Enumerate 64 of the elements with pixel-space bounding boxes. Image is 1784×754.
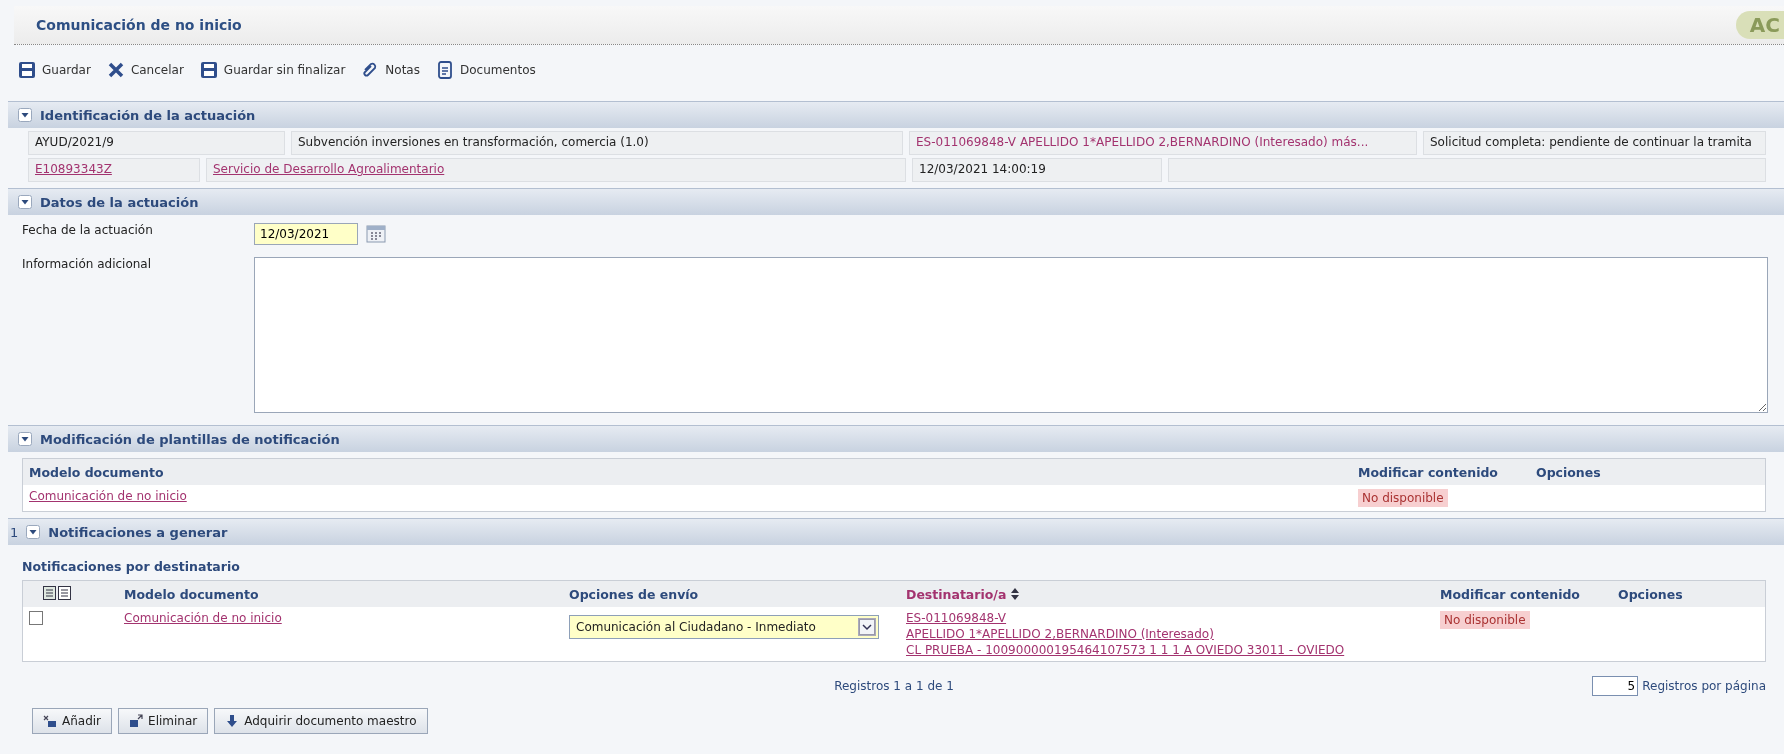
- column-header: Opciones: [1617, 586, 1684, 602]
- field-label: Fecha de la actuación: [22, 223, 154, 237]
- down-arrow-icon: [225, 714, 240, 728]
- dropdown[interactable]: Comunicación al Ciudadano - Inmediato: [569, 615, 879, 639]
- action-button[interactable]: Adquirir documento maestro: [214, 708, 428, 734]
- pagination-info: Registros 1 a 1 de 1: [834, 679, 954, 693]
- document-link[interactable]: Comunicación de no inicio: [29, 489, 187, 503]
- save-icon: [18, 61, 36, 79]
- remove-icon: [129, 714, 144, 728]
- status-badge: No disponible: [1358, 489, 1448, 507]
- save-icon: [199, 61, 218, 79]
- toolbar-button[interactable]: Notas: [361, 61, 420, 79]
- section-header[interactable]: Identificación de la actuación: [8, 101, 1784, 128]
- document-icon: [435, 61, 454, 79]
- collapse-icon[interactable]: [18, 432, 32, 446]
- action-button[interactable]: Eliminar: [118, 708, 209, 734]
- document-link[interactable]: Comunicación de no inicio: [124, 611, 282, 625]
- toolbar-button[interactable]: Documentos: [435, 61, 536, 79]
- section-title: Datos de la actuación: [40, 194, 199, 210]
- field-label: Información adicional: [22, 257, 153, 271]
- recipient-link[interactable]: APELLIDO 1*APELLIDO 2,BERNARDINO (Interesado): [906, 627, 1434, 641]
- caret-icon[interactable]: [858, 618, 876, 636]
- recipient-link[interactable]: CL PRUEBA - 100900000195464107573 1 1 1 A OVIEDO 33011 - OVIEDO: [906, 643, 1434, 657]
- toolbar-button[interactable]: Guardar sin finalizar: [199, 61, 346, 79]
- page-title: Comunicación de no inicio: [36, 17, 242, 33]
- calendar-icon[interactable]: [366, 225, 386, 243]
- collapse-icon[interactable]: [18, 195, 32, 209]
- action-button[interactable]: Añadir: [32, 708, 113, 734]
- column-header: Modificar contenido: [1357, 464, 1499, 480]
- column-header: Modificar contenido: [1439, 586, 1581, 602]
- sort-icon[interactable]: [1010, 588, 1021, 600]
- collapse-icon[interactable]: [26, 525, 41, 539]
- column-header: Modelo documento: [28, 464, 165, 480]
- table-cell: 12/03/2021 14:00:19: [912, 158, 1162, 182]
- close-icon: [106, 61, 125, 79]
- section-title: Modificación de plantillas de notificación: [40, 431, 340, 447]
- section-title: Notificaciones a generar: [48, 524, 228, 540]
- table-cell: ES-011069848-V APELLIDO 1*APELLIDO 2,BERNARDINO (Interesado) más...: [909, 131, 1417, 155]
- section-header[interactable]: Modificación de plantillas de notificación: [8, 425, 1784, 452]
- toolbar-button[interactable]: Guardar: [18, 61, 91, 79]
- select-all-icon[interactable]: [43, 584, 73, 601]
- table-cell: Subvención inversiones en transformación, comercia (1.0): [291, 131, 903, 155]
- column-header: Opciones: [1535, 464, 1602, 480]
- column-header[interactable]: Destinatario/a: [900, 586, 1434, 602]
- section-title: Identificación de la actuación: [40, 107, 256, 123]
- column-header: Modelo documento: [123, 586, 260, 602]
- link-cell[interactable]: Servicio de Desarrollo Agroalimentario: [206, 158, 906, 182]
- table-cell: AYUD/2021/9: [28, 131, 285, 155]
- date-field[interactable]: 12/03/2021: [254, 223, 358, 245]
- subsection-title: Notificaciones por destinatario: [22, 559, 241, 574]
- status-badge: No disponible: [1440, 611, 1530, 629]
- link-cell[interactable]: E10893343Z: [28, 158, 200, 182]
- section-count: 1: [10, 524, 19, 540]
- add-icon: [43, 714, 57, 728]
- section-header[interactable]: Datos de la actuación: [8, 188, 1784, 215]
- toolbar-button[interactable]: Cancelar: [106, 61, 184, 79]
- row-checkbox[interactable]: [29, 611, 43, 625]
- page-size-label: Registros por página: [1642, 679, 1766, 693]
- section-header[interactable]: 1 Notificaciones a generar: [8, 518, 1784, 545]
- collapse-icon[interactable]: [18, 108, 32, 122]
- column-header: Opciones de envío: [568, 586, 700, 602]
- table-cell: Solicitud completa: pendiente de continuar la tramita: [1423, 131, 1766, 155]
- page-size-field[interactable]: 5: [1592, 676, 1639, 696]
- recipient-link[interactable]: ES-011069848-V: [906, 611, 1434, 625]
